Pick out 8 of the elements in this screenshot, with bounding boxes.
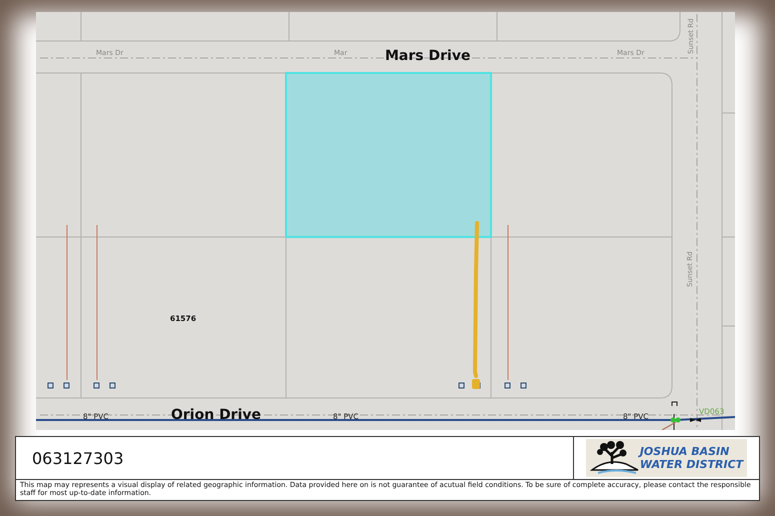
street-label: Orion Drive xyxy=(171,407,262,423)
logo-text: WATER DISTRICT xyxy=(640,458,744,471)
hydrant-drawing xyxy=(662,402,701,430)
parcel-id: 063127303 xyxy=(31,448,125,470)
tree-icon xyxy=(590,440,640,476)
meter-box xyxy=(472,379,480,389)
logo-text: JOSHUA BASIN xyxy=(640,445,730,458)
street-label: Mars Drive xyxy=(385,48,470,64)
